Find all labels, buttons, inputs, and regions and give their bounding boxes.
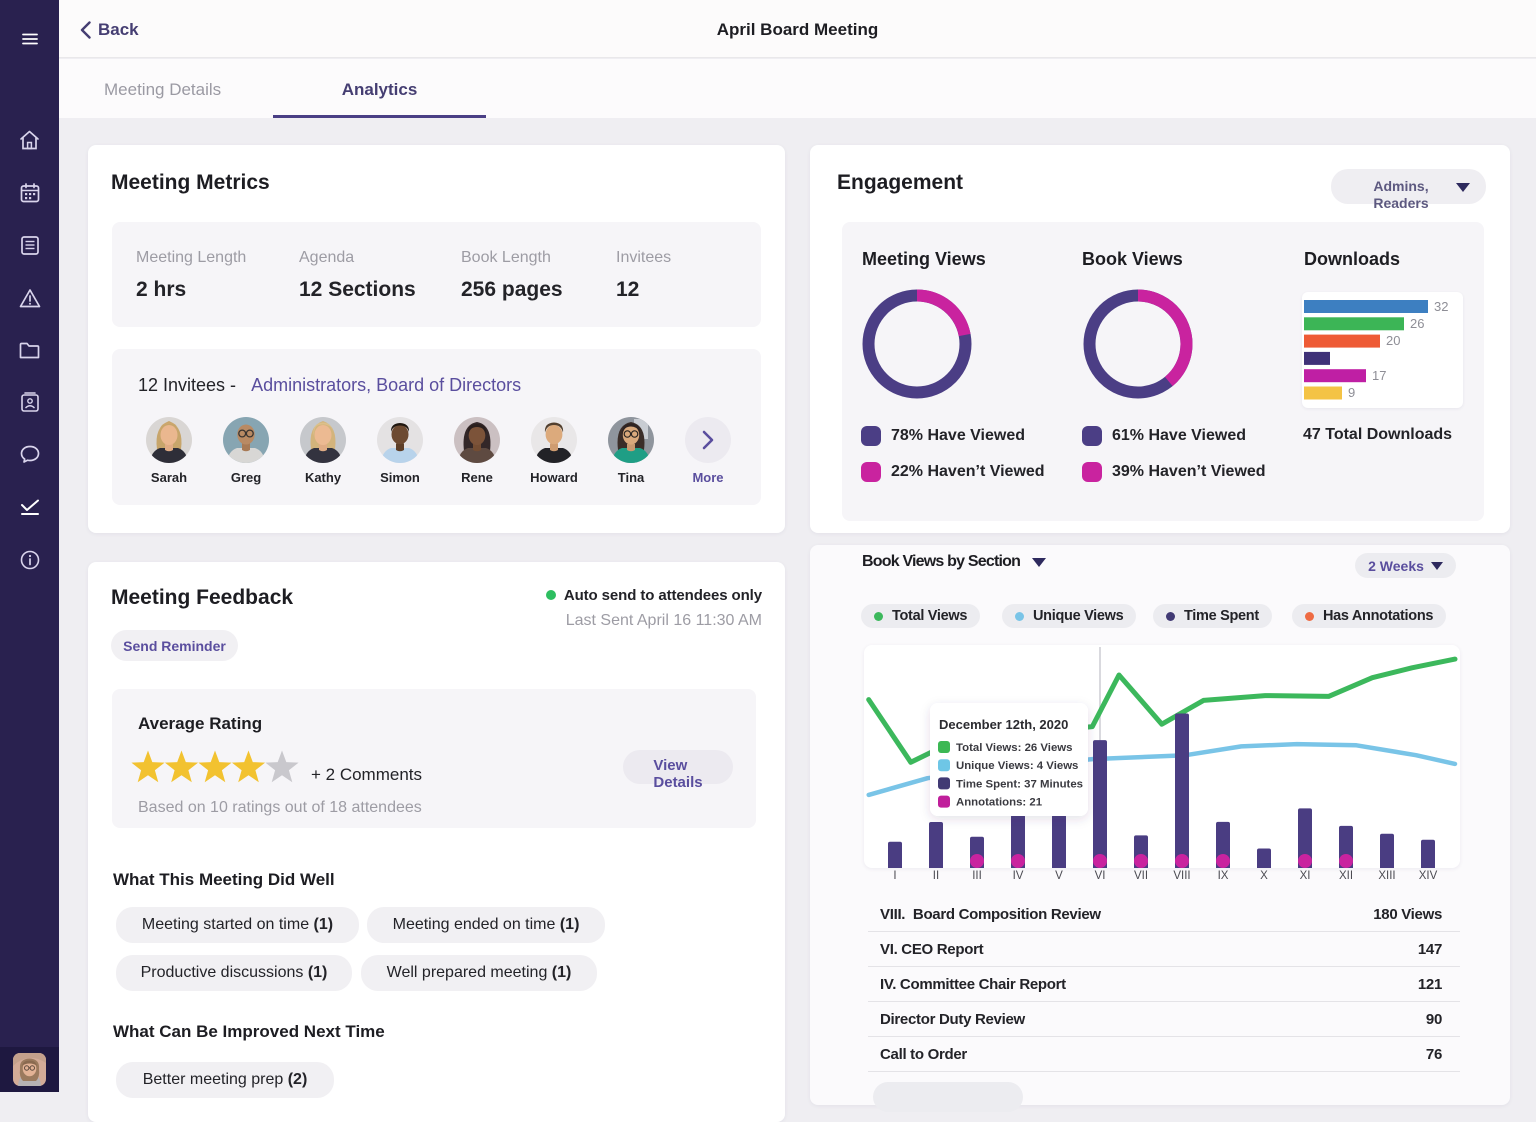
svg-text:9: 9 bbox=[1348, 385, 1355, 400]
svg-text:17: 17 bbox=[1372, 368, 1386, 383]
svg-text:Unique Views: 4 Views: Unique Views: 4 Views bbox=[956, 760, 1078, 772]
svg-text:26: 26 bbox=[1410, 316, 1424, 331]
svg-text:Annotations: 21: Annotations: 21 bbox=[956, 797, 1043, 809]
svg-text:20: 20 bbox=[1386, 333, 1400, 348]
svg-text:32: 32 bbox=[1434, 299, 1448, 314]
svg-text:Time Spent: 37 Minutes: Time Spent: 37 Minutes bbox=[956, 778, 1083, 790]
svg-text:December 12th, 2020: December 12th, 2020 bbox=[939, 717, 1068, 732]
svg-text:Total Views: 26 Views: Total Views: 26 Views bbox=[956, 742, 1073, 754]
